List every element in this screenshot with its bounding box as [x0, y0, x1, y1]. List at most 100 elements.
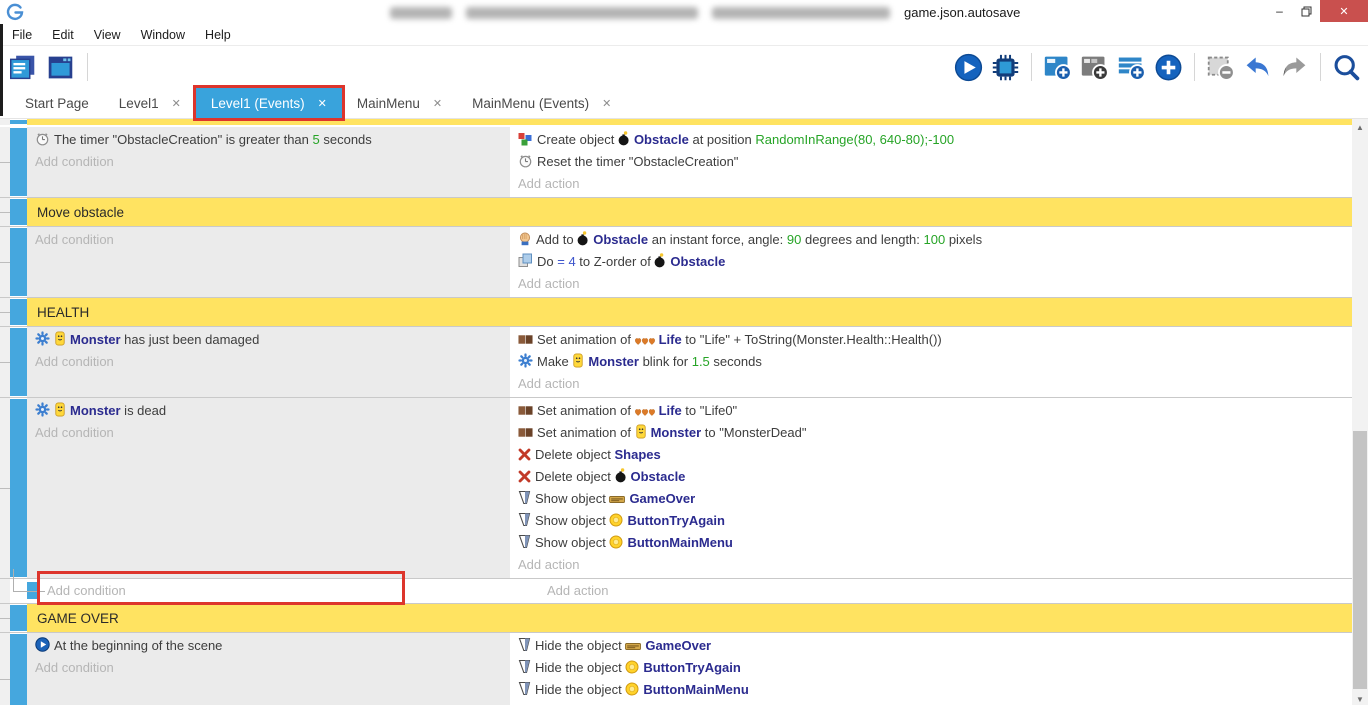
- text-segment: degrees and length:: [801, 232, 923, 247]
- add-action-button[interactable]: Add action: [510, 273, 1352, 295]
- event-drag-handle[interactable]: [10, 299, 27, 325]
- add-event-button[interactable]: [1043, 53, 1072, 82]
- condition-line[interactable]: At the beginning of the scene: [27, 635, 510, 657]
- action-line[interactable]: Set animation of Monster to "MonsterDead…: [510, 422, 1352, 444]
- event-drag-handle[interactable]: [10, 228, 27, 296]
- add-condition-button[interactable]: Add condition: [27, 351, 510, 373]
- add-condition-button[interactable]: Add condition: [10, 579, 510, 603]
- menu-view[interactable]: View: [84, 28, 131, 42]
- scene-editor-button[interactable]: [46, 53, 75, 82]
- text-segment: 5: [313, 132, 320, 147]
- window-title-group: game.json.autosave: [390, 5, 1020, 20]
- menu-help[interactable]: Help: [195, 28, 241, 42]
- add-action-button[interactable]: Add action: [510, 701, 1352, 705]
- add-condition-button[interactable]: Add condition: [27, 657, 510, 679]
- text-segment: to Z-order of: [576, 254, 655, 269]
- add-condition-button[interactable]: Add condition: [27, 229, 510, 251]
- text-segment: Hide the object: [535, 682, 625, 697]
- tab-close-icon[interactable]: ✕: [433, 97, 442, 110]
- tab-bar: Start PageLevel1✕Level1 (Events)✕MainMen…: [0, 88, 1368, 118]
- add-action-button[interactable]: Add action: [510, 554, 1352, 576]
- text-segment: 90: [787, 232, 801, 247]
- play-button[interactable]: [954, 53, 983, 82]
- tab-level1[interactable]: Level1 ✕: [104, 88, 196, 118]
- behavior-icon: [35, 331, 50, 346]
- action-line[interactable]: Add to Obstacle an instant force, angle:…: [510, 229, 1352, 251]
- menu-window[interactable]: Window: [131, 28, 195, 42]
- event-drag-handle[interactable]: [10, 399, 27, 577]
- tab-close-icon[interactable]: ✕: [602, 97, 611, 110]
- action-line[interactable]: Hide the object ButtonTryAgain: [510, 657, 1352, 679]
- add-subevent-button[interactable]: [1080, 53, 1109, 82]
- action-line[interactable]: Show object ButtonTryAgain: [510, 510, 1352, 532]
- redacted-title-blob: [712, 7, 890, 19]
- tab-close-icon[interactable]: ✕: [172, 97, 181, 110]
- scrollbar-thumb[interactable]: [1353, 431, 1367, 689]
- event-drag-handle[interactable]: [10, 128, 27, 196]
- minimize-button[interactable]: –: [1266, 0, 1293, 22]
- action-line[interactable]: Hide the object GameOver: [510, 635, 1352, 657]
- debug-button[interactable]: [991, 53, 1020, 82]
- tab-level1-events[interactable]: Level1 (Events)✕: [196, 88, 342, 118]
- tab-close-icon[interactable]: ✕: [318, 97, 327, 110]
- scroll-up-arrow-icon[interactable]: ▲: [1352, 119, 1368, 135]
- condition-line[interactable]: Monster has just been damaged: [27, 329, 510, 351]
- action-line[interactable]: Create object Obstacle at position Rando…: [510, 129, 1352, 151]
- monster-icon: [572, 353, 584, 368]
- event-drag-handle[interactable]: [10, 199, 27, 225]
- add-condition-button[interactable]: Add condition: [27, 151, 510, 173]
- conditions-column: At the beginning of the sceneAdd conditi…: [27, 633, 510, 705]
- action-line[interactable]: Make Monster blink for 1.5 seconds: [510, 351, 1352, 373]
- event-drag-handle[interactable]: [10, 328, 27, 396]
- action-line[interactable]: Delete object Shapes: [510, 444, 1352, 466]
- text-segment: Make: [537, 354, 572, 369]
- action-line[interactable]: Set animation of Life to "Life0": [510, 400, 1352, 422]
- add-action-button[interactable]: Add action: [510, 579, 1352, 603]
- remove-event-button[interactable]: [1206, 53, 1235, 82]
- event-drag-handle[interactable]: [10, 120, 27, 124]
- add-condition-button[interactable]: Add condition: [27, 422, 510, 444]
- vertical-scrollbar[interactable]: ▲ ▼: [1352, 119, 1368, 705]
- redo-button[interactable]: [1280, 53, 1309, 82]
- action-line[interactable]: Set animation of Life to "Life" + ToStri…: [510, 329, 1352, 351]
- create-icon: [518, 131, 533, 146]
- project-manager-button[interactable]: [8, 53, 37, 82]
- event-drag-handle[interactable]: [10, 605, 27, 631]
- add-action-button[interactable]: Add action: [510, 173, 1352, 195]
- tab-label: Level1: [119, 96, 159, 111]
- action-line[interactable]: Reset the timer "ObstacleCreation": [510, 151, 1352, 173]
- action-line[interactable]: Hide the object ButtonMainMenu: [510, 679, 1352, 701]
- add-comment-button[interactable]: [1117, 53, 1146, 82]
- event-gutter: [0, 327, 10, 397]
- action-line[interactable]: Show object ButtonMainMenu: [510, 532, 1352, 554]
- action-line[interactable]: Do = 4 to Z-order of Obstacle: [510, 251, 1352, 273]
- life-icon: [635, 337, 655, 346]
- undo-button[interactable]: [1243, 53, 1272, 82]
- search-button[interactable]: [1332, 53, 1361, 82]
- comment-body[interactable]: HEALTH: [27, 298, 1352, 326]
- tab-start-page[interactable]: Start Page: [10, 88, 104, 118]
- add-circle-button[interactable]: [1154, 53, 1183, 82]
- comment-body[interactable]: Move obstacle: [27, 198, 1352, 226]
- menu-file[interactable]: File: [2, 28, 42, 42]
- gameover-icon: [609, 494, 625, 505]
- event-drag-handle[interactable]: [10, 634, 27, 705]
- add-action-button[interactable]: Add action: [510, 373, 1352, 395]
- action-line[interactable]: Show object GameOver: [510, 488, 1352, 510]
- menu-edit[interactable]: Edit: [42, 28, 84, 42]
- text-segment: Obstacle: [593, 232, 648, 247]
- restore-button[interactable]: [1293, 0, 1320, 22]
- action-line[interactable]: Delete object Obstacle: [510, 466, 1352, 488]
- comment-body[interactable]: GAME OVER: [27, 604, 1352, 632]
- close-button[interactable]: ✕: [1320, 0, 1368, 22]
- force-icon: [518, 231, 532, 246]
- condition-line[interactable]: The timer "ObstacleCreation" is greater …: [27, 129, 510, 151]
- tab-mainmenu[interactable]: MainMenu✕: [342, 88, 457, 118]
- comment-body[interactable]: [27, 119, 1352, 125]
- condition-line[interactable]: Monster is dead: [27, 400, 510, 422]
- scroll-down-arrow-icon[interactable]: ▼: [1352, 691, 1368, 705]
- text-segment: Set animation of: [537, 332, 635, 347]
- text-segment: Create object: [537, 132, 618, 147]
- tab-mainmenu-events[interactable]: MainMenu (Events)✕: [457, 88, 626, 118]
- comment-label: Move obstacle: [37, 205, 124, 220]
